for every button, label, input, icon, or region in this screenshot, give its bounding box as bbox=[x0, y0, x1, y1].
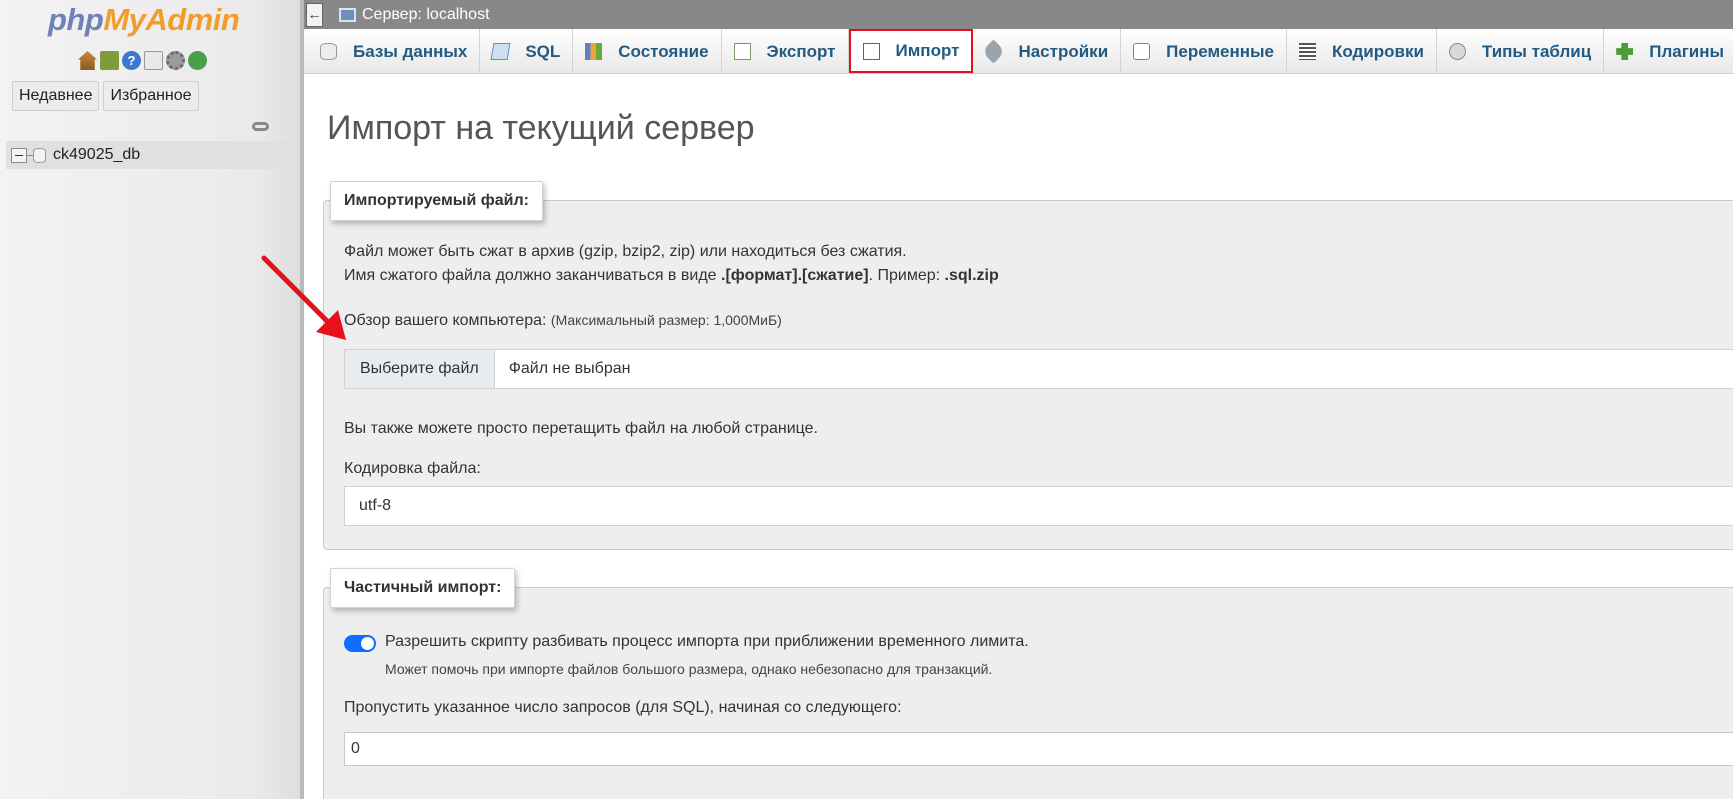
server-breadcrumb-bar: ← Сервер: localhost bbox=[304, 0, 1733, 29]
tab-settings[interactable]: Настройки bbox=[973, 29, 1122, 74]
settings-wrench-icon bbox=[981, 39, 1006, 64]
naming-example: .sql.zip bbox=[944, 267, 999, 284]
variables-icon bbox=[1133, 43, 1151, 60]
database-tree-item[interactable]: ck49025_db bbox=[6, 141, 296, 169]
database-icon bbox=[320, 43, 337, 60]
naming-format: .[формат].[сжатие] bbox=[721, 267, 869, 284]
import-file-legend: Импортируемый файл: bbox=[330, 181, 543, 221]
tab-label: Базы данных bbox=[353, 41, 468, 61]
allow-interrupt-hint: Может помочь при импорте файлов большого… bbox=[385, 661, 993, 677]
file-input[interactable]: Выберите файл Файл не выбран bbox=[344, 349, 1733, 389]
help-icon[interactable]: ? bbox=[122, 51, 141, 70]
tab-label: Импорт bbox=[895, 41, 960, 60]
database-icon bbox=[33, 147, 46, 163]
sql-icon bbox=[490, 43, 511, 60]
naming-prefix: Имя сжатого файла должно заканчиваться в… bbox=[344, 267, 721, 284]
collapse-tree-icon[interactable] bbox=[11, 147, 27, 163]
plugins-icon bbox=[1616, 43, 1634, 60]
home-icon[interactable] bbox=[78, 51, 97, 70]
main-menu-tabs: Базы данных SQL Состояние Экспорт Импорт… bbox=[304, 29, 1733, 74]
browse-label-text: Обзор вашего компьютера: bbox=[344, 312, 547, 329]
logo-php-text: php bbox=[48, 2, 104, 37]
charset-label: Кодировка файла: bbox=[344, 460, 481, 477]
naming-example-label: . Пример: bbox=[868, 267, 945, 284]
file-status: Файл не выбран bbox=[508, 360, 631, 377]
main-content: Импорт на текущий сервер Импортируемый ф… bbox=[304, 75, 1733, 799]
recent-favorites-tabs: Недавнее Избранное bbox=[12, 81, 199, 111]
partial-import-fieldset: Частичный импорт: Разрешить скрипту разб… bbox=[323, 568, 1733, 799]
tab-variables[interactable]: Переменные bbox=[1121, 29, 1287, 74]
navigation-panel: phpMyAdmin ? Недавнее Избранное ck49025_… bbox=[0, 0, 300, 799]
partial-import-legend: Частичный импорт: bbox=[330, 568, 516, 608]
server-icon bbox=[339, 7, 356, 22]
phpmyadmin-logo[interactable]: phpMyAdmin bbox=[48, 2, 240, 38]
tab-sql[interactable]: SQL bbox=[480, 29, 574, 74]
import-file-fieldset: Импортируемый файл: Файл может быть сжат… bbox=[323, 181, 1733, 550]
allow-interrupt-label[interactable]: Разрешить скрипту разбивать процесс импо… bbox=[385, 633, 1029, 651]
browse-label: Обзор вашего компьютера: (Максимальный р… bbox=[344, 312, 782, 330]
status-icon bbox=[585, 43, 603, 60]
skip-queries-input[interactable]: 0 bbox=[344, 732, 1733, 766]
drag-drop-note: Вы также можете просто перетащить файл н… bbox=[344, 420, 818, 437]
import-icon bbox=[862, 42, 880, 60]
favorites-tab[interactable]: Избранное bbox=[103, 81, 199, 111]
tab-label: Плагины bbox=[1649, 41, 1725, 61]
tab-status[interactable]: Состояние bbox=[573, 29, 722, 74]
charset-select[interactable]: utf-8 bbox=[344, 486, 1733, 526]
tab-label: Состояние bbox=[618, 41, 709, 61]
skip-queries-label: Пропустить указанное число запросов (для… bbox=[344, 699, 902, 716]
max-size-note: (Максимальный размер: 1,000МиБ) bbox=[550, 312, 782, 328]
nav-icon-bar: ? bbox=[78, 51, 207, 70]
tab-label: Переменные bbox=[1166, 41, 1274, 61]
compression-note: Файл может быть сжат в архив (gzip, bzip… bbox=[344, 243, 907, 260]
tab-databases[interactable]: Базы данных bbox=[304, 29, 481, 74]
allow-interrupt-toggle[interactable] bbox=[344, 635, 376, 652]
engines-icon bbox=[1448, 43, 1466, 60]
link-with-main-panel-icon[interactable] bbox=[252, 122, 269, 131]
tab-label: Типы таблиц bbox=[1481, 41, 1592, 61]
docs-icon[interactable] bbox=[144, 51, 163, 70]
recent-tab[interactable]: Недавнее bbox=[12, 81, 100, 111]
database-name[interactable]: ck49025_db bbox=[53, 146, 140, 164]
tab-label: SQL bbox=[525, 41, 561, 61]
tab-export[interactable]: Экспорт bbox=[722, 29, 849, 74]
server-breadcrumb[interactable]: Сервер: localhost bbox=[362, 6, 490, 24]
collapse-navigation-button[interactable]: ← bbox=[306, 2, 323, 27]
tab-import[interactable]: Импорт bbox=[848, 29, 974, 73]
tab-label: Экспорт bbox=[766, 41, 836, 61]
logo-myadmin-text: MyAdmin bbox=[103, 2, 240, 37]
tab-engines[interactable]: Типы таблиц bbox=[1437, 29, 1605, 74]
exit-icon[interactable] bbox=[100, 51, 119, 70]
tab-charsets[interactable]: Кодировки bbox=[1287, 29, 1437, 74]
settings-icon[interactable] bbox=[166, 51, 185, 70]
tab-plugins[interactable]: Плагины bbox=[1604, 29, 1733, 74]
reload-icon[interactable] bbox=[188, 51, 207, 70]
tab-label: Настройки bbox=[1018, 41, 1109, 61]
page-title: Импорт на текущий сервер bbox=[327, 109, 755, 147]
tab-label: Кодировки bbox=[1331, 41, 1424, 61]
arrow-shaft bbox=[261, 255, 335, 329]
annotation-arrow bbox=[261, 255, 346, 340]
charset-icon bbox=[1298, 43, 1316, 60]
naming-note: Имя сжатого файла должно заканчиваться в… bbox=[344, 267, 999, 285]
export-icon bbox=[733, 43, 751, 60]
choose-file-button[interactable]: Выберите файл bbox=[345, 350, 495, 388]
